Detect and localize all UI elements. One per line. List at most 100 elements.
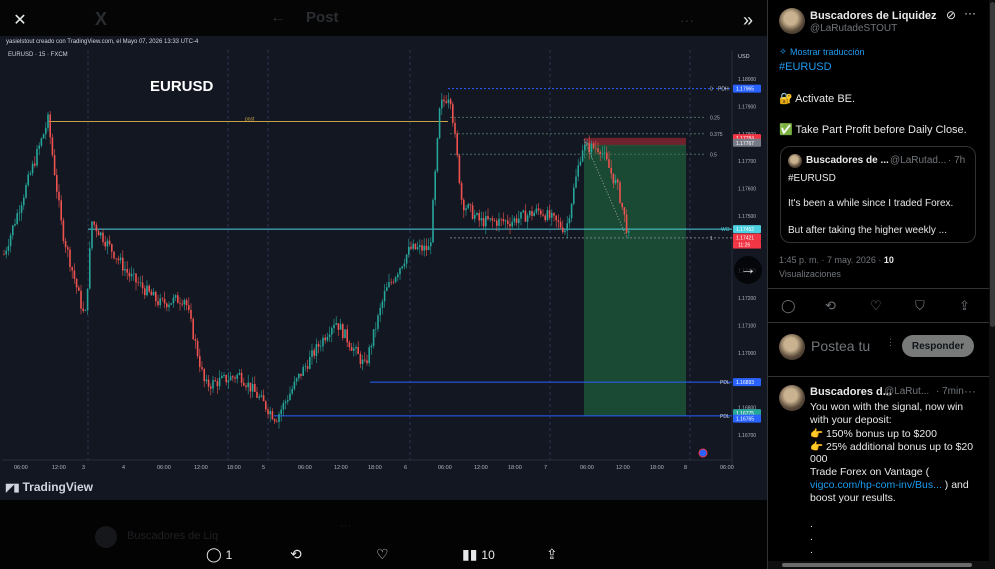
time-tick: 12:00 bbox=[616, 465, 630, 471]
candle-body bbox=[104, 242, 106, 247]
time-tick: 18:00 bbox=[227, 465, 241, 471]
pdl-label: PDL bbox=[720, 380, 730, 386]
candle-body bbox=[531, 211, 533, 216]
candle-body bbox=[251, 383, 254, 392]
candle-body bbox=[306, 366, 309, 369]
candle-body bbox=[326, 336, 329, 341]
share-button[interactable]: ⇪ bbox=[959, 298, 970, 314]
candle-body bbox=[192, 318, 194, 340]
quote-time: · 7h bbox=[948, 155, 966, 166]
candle-body bbox=[357, 347, 359, 354]
candle-body bbox=[452, 104, 454, 123]
candle-body bbox=[441, 99, 443, 109]
candle-body bbox=[573, 187, 575, 204]
reply-submit-button[interactable]: Responder bbox=[902, 335, 974, 357]
candle-body bbox=[271, 411, 274, 420]
candle-body bbox=[157, 301, 159, 306]
close-media-button[interactable]: ✕ bbox=[6, 6, 34, 34]
reply-author-handle[interactable]: @LaRut... bbox=[884, 386, 929, 397]
candle-body bbox=[456, 133, 458, 156]
media-like-button[interactable]: ♡ bbox=[376, 546, 389, 563]
candle-body bbox=[3, 254, 5, 255]
quoted-post[interactable]: Buscadores de ... @LaRutad... · 7h #EURU… bbox=[780, 146, 976, 243]
share-icon: ⇪ bbox=[546, 546, 558, 562]
hashtag-link[interactable]: #EURUSD bbox=[779, 61, 832, 73]
candle-body bbox=[122, 257, 124, 271]
time-tick: 18:00 bbox=[650, 465, 664, 471]
candle-body bbox=[324, 337, 326, 341]
candle-body bbox=[144, 288, 146, 296]
heart-icon: ♡ bbox=[870, 298, 882, 313]
horizontal-scrollbar[interactable] bbox=[768, 561, 989, 569]
candle-body bbox=[432, 200, 434, 243]
media-share-button[interactable]: ⇪ bbox=[546, 546, 558, 563]
candle-body bbox=[31, 163, 34, 174]
candle-body bbox=[23, 197, 25, 206]
candle-body bbox=[276, 421, 278, 422]
retweet-button[interactable]: ⟲ bbox=[825, 298, 836, 314]
reply-button[interactable]: ◯ bbox=[781, 298, 796, 314]
bookmark-button[interactable]: ⛉ bbox=[915, 298, 925, 314]
reply-icon: ◯ bbox=[206, 546, 222, 562]
reply-input[interactable]: Postea tu bbox=[811, 338, 870, 354]
reply-link[interactable]: vigco.com/hp-com-inv/Bus... bbox=[810, 479, 942, 491]
post-timestamp[interactable]: 1:45 p. m. · 7 may. 2026 · 10 bbox=[779, 255, 894, 265]
candle-body bbox=[548, 210, 551, 218]
reply-author-name[interactable]: Buscadores d... bbox=[810, 386, 892, 398]
candle-body bbox=[262, 395, 265, 402]
candle-body bbox=[60, 200, 62, 221]
time-tick: 12:00 bbox=[194, 465, 208, 471]
price-badge-label: 1.17421 bbox=[736, 236, 754, 242]
like-button[interactable]: ♡ bbox=[870, 298, 882, 314]
reply-text-line: vigco.com/hp-com-inv/Bus... ) and bbox=[810, 479, 969, 491]
candle-body bbox=[335, 323, 337, 325]
candle-body bbox=[12, 225, 14, 236]
tradingview-icon: ◤▮ bbox=[6, 481, 19, 494]
candle-body bbox=[150, 291, 153, 296]
drag-handle-icon[interactable]: ⋮ bbox=[886, 337, 896, 355]
translate-icon: ⟡ bbox=[780, 46, 786, 56]
media-retweet-button[interactable]: ⟲ bbox=[290, 546, 302, 563]
candle-body bbox=[168, 304, 170, 308]
candle-body bbox=[597, 148, 599, 152]
candle-body bbox=[300, 373, 302, 376]
divider bbox=[768, 288, 995, 289]
author-avatar[interactable] bbox=[779, 8, 805, 34]
candle-body bbox=[601, 153, 604, 154]
candle-body bbox=[515, 218, 518, 224]
media-reply-button[interactable]: ◯ 1 bbox=[206, 546, 232, 563]
candle-body bbox=[436, 138, 439, 172]
candle-body bbox=[350, 347, 353, 351]
candle-body bbox=[311, 350, 313, 357]
candle-body bbox=[612, 173, 615, 184]
hscroll-thumb[interactable] bbox=[782, 563, 972, 567]
show-translation-link[interactable]: ⟡ Mostrar traducción bbox=[780, 46, 864, 57]
collapse-panel-button[interactable]: » bbox=[734, 6, 762, 34]
candle-body bbox=[425, 245, 428, 251]
candle-body bbox=[337, 323, 340, 330]
vertical-scrollbar[interactable] bbox=[989, 0, 995, 569]
grok-icon[interactable]: ⊘ bbox=[946, 8, 956, 22]
scroll-thumb[interactable] bbox=[990, 2, 995, 327]
candle-body bbox=[399, 268, 401, 275]
media-views-button[interactable]: ▮▮ 10 bbox=[462, 546, 495, 563]
candle-body bbox=[445, 101, 447, 103]
price-tick: 1.17100 bbox=[738, 323, 756, 329]
reply-author-avatar[interactable] bbox=[779, 385, 805, 411]
candle-body bbox=[603, 152, 606, 154]
wo-label: WO bbox=[721, 227, 730, 233]
reply-more-icon[interactable]: ··· bbox=[964, 384, 976, 398]
candle-body bbox=[166, 303, 168, 308]
candle-body bbox=[564, 230, 566, 233]
more-options-icon[interactable]: ··· bbox=[964, 6, 976, 20]
candle-body bbox=[126, 268, 128, 273]
chart-symbol-label: EURUSD · 15 · FXCM bbox=[8, 52, 68, 58]
author-handle[interactable]: @LaRutadeSTOUT bbox=[810, 23, 897, 34]
author-name[interactable]: Buscadores de Liquidez bbox=[810, 10, 937, 22]
current-user-avatar[interactable] bbox=[779, 334, 805, 360]
next-media-button[interactable]: → bbox=[734, 256, 762, 284]
time-tick: 6 bbox=[404, 465, 407, 471]
candle-body bbox=[608, 159, 610, 168]
candle-body bbox=[412, 243, 414, 249]
candle-body bbox=[553, 213, 555, 216]
